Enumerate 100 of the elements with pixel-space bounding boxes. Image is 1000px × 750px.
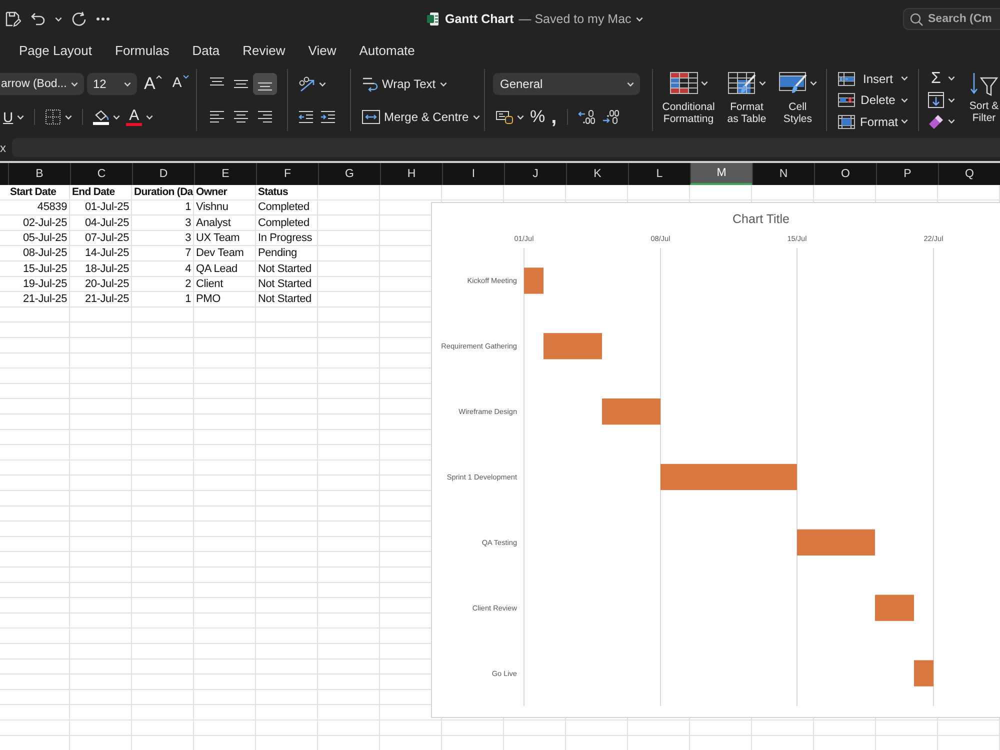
ribbon-tab[interactable]: Formulas xyxy=(115,38,170,62)
undo-icon[interactable] xyxy=(30,11,46,27)
ribbon-tab[interactable]: Automate xyxy=(359,38,415,62)
function-label: x xyxy=(0,140,7,154)
eraser-icon xyxy=(928,114,944,128)
number-format-dropdown[interactable]: General xyxy=(493,73,640,95)
table-cell-text: 20-Jul-25 xyxy=(84,276,130,292)
header-cell-text: Status xyxy=(257,185,289,200)
fill-down-icon xyxy=(928,92,944,108)
table-cell-text: Completed xyxy=(257,200,310,216)
chevron-down-icon xyxy=(440,82,447,86)
table-cell-text: QA Lead xyxy=(195,262,238,277)
ribbon-tab[interactable]: View xyxy=(308,38,336,62)
borders-icon xyxy=(45,109,62,125)
sort-filter-icon xyxy=(969,71,999,97)
increase-font-size-button[interactable]: A xyxy=(141,73,166,95)
table-cell-text: Client xyxy=(195,276,224,292)
chevron-down-icon xyxy=(636,16,644,22)
table-cell-text: 1 xyxy=(184,200,192,216)
underline-button[interactable]: U xyxy=(0,106,28,128)
redo-icon[interactable] xyxy=(71,11,87,27)
chevron-down-icon xyxy=(948,76,955,81)
percent-style-button[interactable]: % xyxy=(527,106,548,128)
more-icon[interactable] xyxy=(96,17,110,21)
format-cells-button[interactable]: Format xyxy=(835,111,918,132)
task-bar xyxy=(524,268,544,294)
increase-indent-icon xyxy=(320,110,336,124)
table-cell-text: Not Started xyxy=(257,262,312,277)
increase-decimal-icon xyxy=(578,110,596,124)
chevron-down-icon xyxy=(472,114,480,120)
column-header[interactable]: M xyxy=(690,163,752,185)
table-cell-text: 3 xyxy=(184,231,192,246)
table-cell-text: 04-Jul-25 xyxy=(84,216,130,231)
comma-style-button[interactable]: , xyxy=(548,106,560,128)
decrease-font-size-button[interactable]: A xyxy=(169,73,192,95)
search-icon xyxy=(910,12,923,26)
table-cell-text: Analyst xyxy=(195,216,232,231)
chevron-down-icon xyxy=(113,114,120,120)
align-bottom-button[interactable] xyxy=(253,73,277,95)
chevron-down-icon xyxy=(700,80,708,86)
table-cell-text: PMO xyxy=(195,292,222,308)
header-cell-text: Owner xyxy=(195,185,228,200)
autosum-button[interactable]: Σ xyxy=(926,68,957,89)
cell-brush-icon xyxy=(778,72,807,94)
table-cell-text: 21-Jul-25 xyxy=(22,292,68,308)
chevron-down-icon xyxy=(55,16,62,22)
spreadsheet-file-icon xyxy=(427,12,439,26)
table-cell-text: 19-Jul-25 xyxy=(22,276,68,292)
table-cell-text: Vishnu xyxy=(195,200,230,216)
align-right-icon xyxy=(257,110,273,124)
save-icon[interactable] xyxy=(5,11,21,27)
table-brush-icon xyxy=(728,72,756,94)
chevron-down-icon xyxy=(948,98,955,102)
ribbon-tab[interactable]: Review xyxy=(242,38,286,62)
align-center-icon xyxy=(233,110,249,124)
chevron-down-icon xyxy=(517,114,524,120)
font-name-dropdown[interactable]: arrow (Bod... xyxy=(0,73,84,95)
align-middle-icon xyxy=(233,77,249,91)
delete-cells-button[interactable]: Delete xyxy=(835,90,918,110)
merge-centre-button[interactable]: Merge & Centre xyxy=(359,106,483,128)
sort-filter-button[interactable]: Sort & Filter xyxy=(968,71,1000,132)
insert-cells-icon xyxy=(838,72,855,86)
table-cell-text: 08-Jul-25 xyxy=(22,246,68,262)
table-cell-text: 14-Jul-25 xyxy=(84,246,130,262)
table-cell-text: Not Started xyxy=(257,276,312,292)
chevron-down-icon xyxy=(71,82,78,86)
cell-styles-button[interactable]: Cell Styles xyxy=(778,72,818,125)
table-cell-text: 18-Jul-25 xyxy=(84,262,130,277)
table-cell-text: 15-Jul-25 xyxy=(22,262,68,277)
search-field[interactable]: Search (Cm xyxy=(903,8,1000,30)
align-left-icon xyxy=(209,110,225,124)
ribbon-tab[interactable]: Data xyxy=(192,38,220,62)
table-cell-text: Pending xyxy=(257,246,298,262)
conditional-formatting-button[interactable]: Conditional Formatting xyxy=(661,72,716,125)
table-cell-text: 1 xyxy=(184,292,192,308)
table-cell-text: Completed xyxy=(257,216,310,231)
chevron-down-icon xyxy=(124,82,131,86)
header-cell-text: Start Date xyxy=(9,185,58,200)
chevron-down-icon xyxy=(65,114,72,120)
wrap-text-button[interactable]: Wrap Text xyxy=(359,73,450,95)
format-cells-icon xyxy=(838,114,855,128)
wrap-text-icon xyxy=(362,76,378,92)
insert-cells-button[interactable]: Insert xyxy=(835,68,918,89)
font-size-dropdown[interactable]: 12 xyxy=(87,73,137,95)
chevron-down-icon xyxy=(17,114,24,120)
decrease-decimal-icon xyxy=(602,110,620,124)
chart-title: Chart Title xyxy=(732,212,790,226)
chevron-down-icon xyxy=(901,76,908,81)
ribbon-tab[interactable]: Page Layout xyxy=(19,38,92,62)
merge-cells-icon xyxy=(362,110,380,124)
format-as-table-button[interactable]: Format as Table xyxy=(726,72,768,125)
table-cell-text: 05-Jul-25 xyxy=(22,231,68,246)
paint-bucket-icon xyxy=(93,110,110,120)
table-cell-text: 2 xyxy=(184,276,192,292)
table-cell-text: 7 xyxy=(184,246,192,262)
table-cell-text: 01-Jul-25 xyxy=(84,200,130,216)
conditional-formatting-icon xyxy=(670,72,698,94)
fill-button[interactable] xyxy=(926,90,957,110)
header-cell-text: Duration (Da xyxy=(133,185,194,200)
font-color-button[interactable]: A xyxy=(123,106,156,128)
